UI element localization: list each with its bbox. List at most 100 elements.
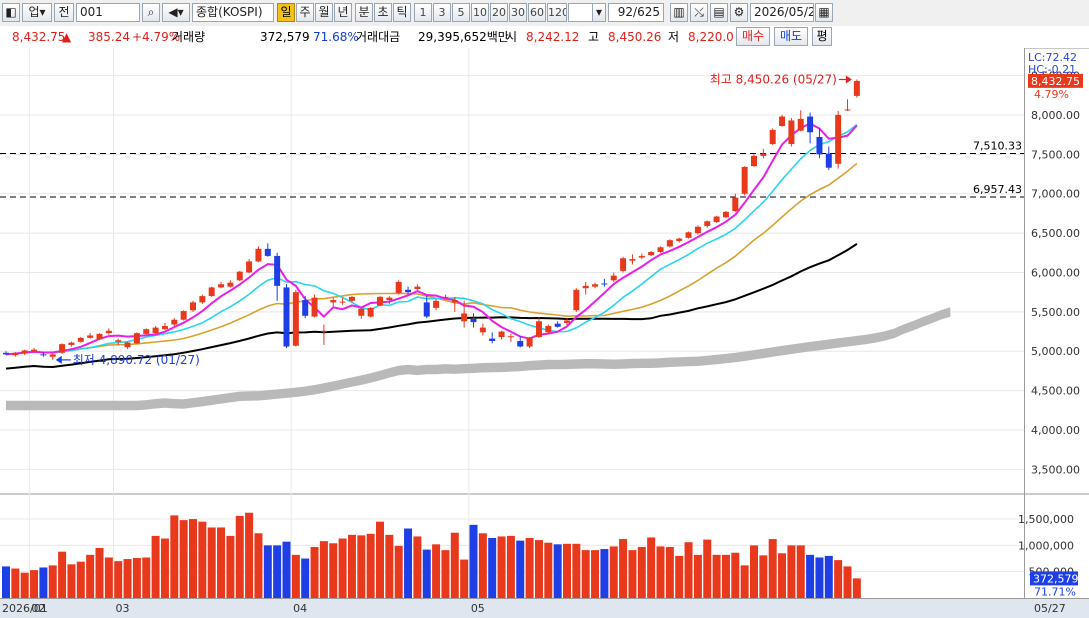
- low-value: 8,220.0: [688, 30, 734, 44]
- volume-bar: [422, 549, 431, 598]
- volume-bar: [207, 527, 216, 598]
- volume-bar: [824, 555, 833, 598]
- volume-bar: [291, 554, 300, 598]
- volume-bar: [628, 550, 637, 598]
- eval-button[interactable]: 평: [812, 27, 832, 46]
- interval-3-button[interactable]: 3: [433, 3, 451, 22]
- volume-bar: [2, 566, 10, 598]
- volume-bar: [787, 545, 796, 598]
- period-week-button[interactable]: 주: [296, 3, 314, 22]
- interval-spin-icon[interactable]: ▾: [592, 3, 606, 22]
- volume-bar: [544, 542, 553, 598]
- candle-body: [180, 311, 187, 320]
- volume-bar: [338, 538, 347, 598]
- price-tick-label: 8,000.00: [1031, 109, 1080, 122]
- calendar-icon[interactable]: ▦: [815, 3, 833, 22]
- candle-body: [414, 286, 421, 290]
- period-day-button[interactable]: 일: [277, 3, 295, 22]
- settings-gear-icon[interactable]: ⚙: [730, 3, 748, 22]
- volume-bar: [834, 560, 843, 598]
- candle-body: [274, 255, 281, 286]
- candle-body: [564, 320, 570, 323]
- candle-body: [760, 153, 767, 156]
- volume-bar: [721, 554, 730, 598]
- volume-bar: [703, 539, 712, 598]
- save-icon[interactable]: ▤: [710, 3, 728, 22]
- candle-body: [283, 287, 290, 347]
- volume-bar: [39, 567, 48, 598]
- volume-bar: [852, 578, 861, 598]
- interval-1-button[interactable]: 1: [414, 3, 432, 22]
- interval-30-button[interactable]: 30: [509, 3, 527, 22]
- volume-bar: [235, 515, 244, 598]
- price-tick-label: 6,500.00: [1031, 227, 1080, 240]
- volume-bar: [217, 527, 226, 598]
- current-price-tag-text: 8,432.75: [1031, 75, 1080, 88]
- candle-body: [592, 284, 599, 287]
- last-date-label: 05/27: [1034, 602, 1066, 615]
- volume-bar: [506, 535, 515, 598]
- period-year-button[interactable]: 년: [334, 3, 352, 22]
- candle-body: [339, 301, 346, 303]
- mode-select[interactable]: 전: [54, 3, 74, 22]
- volume-bar: [76, 561, 85, 598]
- candle-body: [423, 302, 430, 317]
- interval-5-button[interactable]: 5: [452, 3, 470, 22]
- volume-bar: [693, 554, 702, 598]
- volume-bar: [123, 559, 132, 598]
- volume-bar: [759, 555, 768, 598]
- volume-bar: [843, 566, 852, 598]
- prev-next-icon[interactable]: ◀▾: [162, 3, 190, 22]
- sell-button[interactable]: 매도: [774, 27, 808, 46]
- volume-bar: [30, 570, 39, 598]
- chart-type-icon[interactable]: ▥: [670, 3, 688, 22]
- candle-body: [788, 120, 795, 145]
- interval-20-button[interactable]: 20: [490, 3, 508, 22]
- volume-bar: [815, 557, 824, 598]
- interval-120-button[interactable]: 120: [547, 3, 567, 22]
- period-month-button[interactable]: 월: [315, 3, 333, 22]
- period-second-button[interactable]: 초: [374, 3, 392, 22]
- candle-body: [461, 313, 468, 322]
- market-select[interactable]: 업▾: [22, 3, 52, 22]
- candle-body: [582, 285, 589, 289]
- volume-bar: [319, 541, 328, 598]
- code-input[interactable]: 001: [76, 3, 140, 22]
- candle-body: [797, 118, 804, 131]
- volume-pct-label: 71.71%: [1034, 585, 1076, 598]
- low-label: 저: [668, 30, 680, 44]
- date-field[interactable]: 2026/05/27: [750, 3, 814, 22]
- search-icon[interactable]: ⌕: [142, 3, 160, 22]
- interval-60-button[interactable]: 60: [528, 3, 546, 22]
- candle-body: [853, 80, 860, 96]
- volume-bar: [160, 538, 169, 598]
- buy-button[interactable]: 매수: [736, 27, 770, 46]
- candle-body: [348, 296, 355, 301]
- period-minute-button[interactable]: 분: [355, 3, 373, 22]
- indicator-icon[interactable]: ⤯: [690, 3, 708, 22]
- volume-bar: [282, 541, 291, 598]
- period-tick-button[interactable]: 틱: [393, 3, 411, 22]
- candle-body: [227, 282, 234, 287]
- volume-bar: [609, 546, 618, 598]
- candle-body: [610, 275, 617, 281]
- candle-body: [31, 349, 38, 352]
- high-value: 8,450.26: [608, 30, 662, 44]
- price-tick-label: 7,500.00: [1031, 148, 1080, 161]
- volume-bar: [637, 546, 646, 598]
- candle-body: [292, 292, 299, 346]
- candlestick-chart[interactable]: 7,510.33 6,957.43 3,500.00 4,000.00 4,500.0…: [0, 48, 1089, 618]
- panel-toggle-icon[interactable]: ◧: [2, 3, 20, 22]
- time-tick-label: 05: [471, 602, 485, 615]
- index-name-field[interactable]: 종합(KOSPI): [192, 3, 274, 22]
- candle-body: [442, 296, 449, 298]
- volume-bar: [712, 554, 721, 598]
- count-field[interactable]: 92/625: [608, 3, 664, 22]
- candle-body: [479, 327, 486, 333]
- candle-body: [526, 337, 533, 347]
- time-tick-label: 02: [31, 602, 45, 615]
- interval-10-button[interactable]: 10: [471, 3, 489, 22]
- candle-body: [816, 137, 823, 155]
- candle-body: [489, 338, 496, 341]
- candle-body: [666, 240, 673, 247]
